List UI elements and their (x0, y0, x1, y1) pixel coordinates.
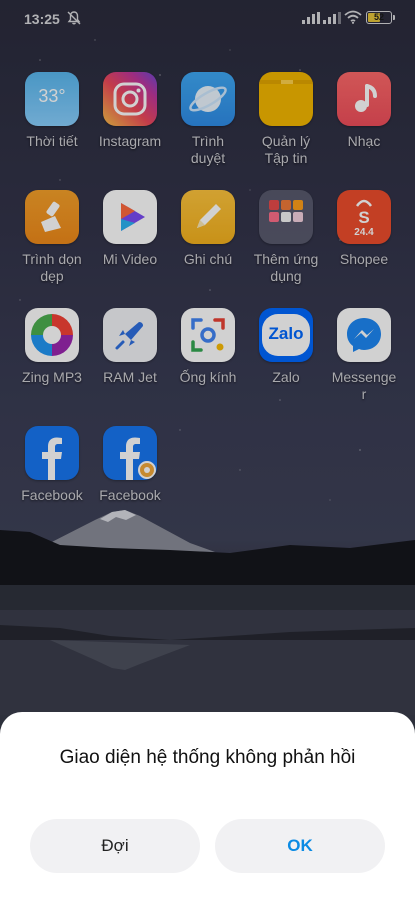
not-responding-dialog: Giao diện hệ thống không phản hồi Đợi OK (0, 712, 415, 900)
ok-button[interactable]: OK (215, 819, 385, 873)
wait-button[interactable]: Đợi (30, 819, 200, 873)
dialog-title: Giao diện hệ thống không phản hồi (59, 747, 356, 768)
